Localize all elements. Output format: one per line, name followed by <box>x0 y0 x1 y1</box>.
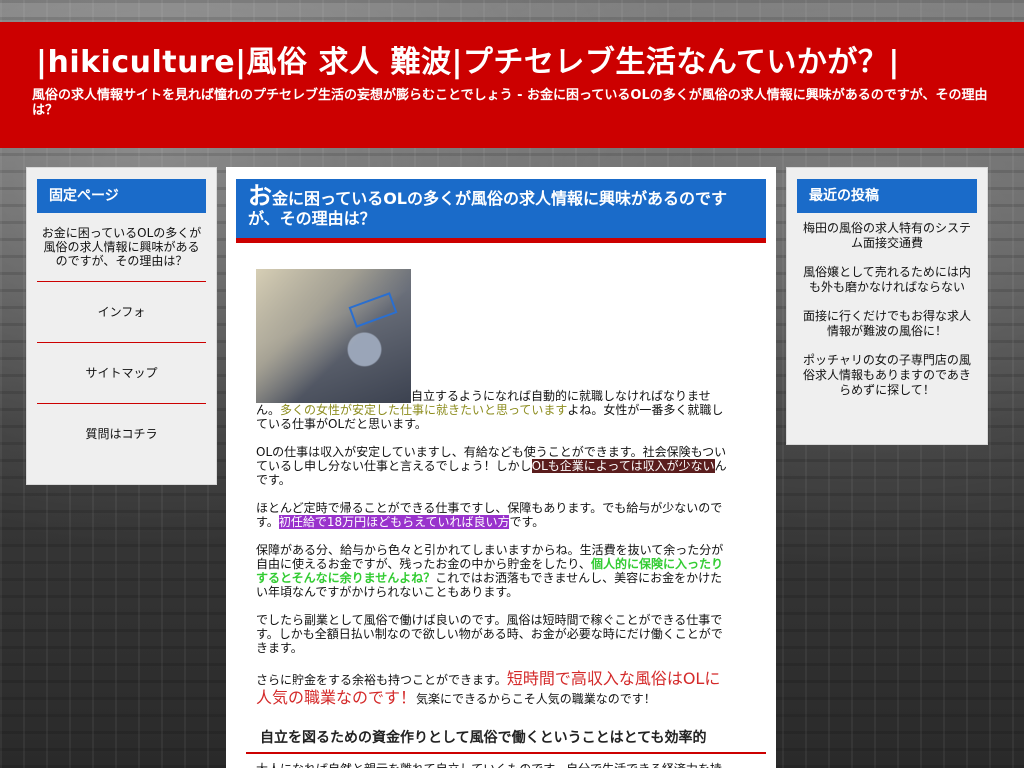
post-title-box: お金に困っているOLの多くが風俗の求人情報に興味があるのですが、その理由は？ <box>236 179 766 243</box>
paragraph-6: さらに貯金をする余裕も持つことができます。短時間で高収入な風俗はOLに人気の職業… <box>256 669 734 707</box>
p3-text-c: です。 <box>509 515 545 529</box>
page-link-info[interactable]: インフォ <box>37 282 206 343</box>
post-title: お金に困っているOLの多くが風俗の求人情報に興味があるのですが、その理由は？ <box>236 179 766 229</box>
paragraph-4: 保障がある分、給与から色々と引かれてしまいますからね。生活費を抜いて余った分が自… <box>256 543 734 599</box>
main-content: お金に困っているOLの多くが風俗の求人情報に興味があるのですが、その理由は？ 自… <box>226 167 776 768</box>
paragraph-3: ほとんど定時で帰ることができる仕事ですし、保障もあります。でも給与が少ないのです… <box>256 501 734 529</box>
paragraph-2: OLの仕事は収入が安定していますし、有給なども使うことができます。社会保険もつい… <box>256 445 734 487</box>
site-description: 風俗の求人情報サイトを見れば憧れのプチセレブ生活の妄想が膨らむことでしょう - … <box>32 88 988 118</box>
recent-post-interview[interactable]: 面接に行くだけでもお得な求人情報が難波の風俗に！ <box>797 309 977 339</box>
fixed-pages-list: お金に困っているOLの多くが風俗の求人情報に興味があるのですが、その理由は？ イ… <box>27 213 216 464</box>
site-title[interactable]: |hikiculture|風俗 求人 難波|プチセレブ生活なんていかが？| <box>36 37 900 81</box>
fixed-pages-widget-title: 固定ページ <box>37 179 206 213</box>
post-title-rest: 金に困っているOLの多くが風俗の求人情報に興味があるのですが、その理由は？ <box>248 189 727 228</box>
post-photo <box>256 269 411 403</box>
recent-post-umeda[interactable]: 梅田の風俗の求人特有のシステム面接交通費 <box>797 221 977 251</box>
recent-post-pocchari[interactable]: ポッチャリの女の子専門店の風俗求人情報もありますのであきらめずに探して！ <box>797 353 977 398</box>
p2-highlight: OLも企業によっては収入が少ない <box>531 459 715 473</box>
p6-text-c: 気楽にできるからこそ人気の職業なのです！ <box>416 692 656 706</box>
paragraph-5: でしたら副業として風俗で働けば良いのです。風俗は短時間で稼ぐことができる仕事です… <box>256 613 723 655</box>
p3-highlight: 初任給で18万円ほどもらえていれば良い方 <box>278 515 510 529</box>
paragraph-1: 自立するようになれば自動的に就職しなければなりません。多くの女性が安定した仕事に… <box>256 269 734 431</box>
page-link-questions[interactable]: 質問はコチラ <box>37 404 206 464</box>
section-heading: 自立を図るための資金作りとして風俗で働くということはとても効率的 <box>260 730 707 746</box>
post-title-initial: お <box>248 182 272 210</box>
post-body: 自立するようになれば自動的に就職しなければなりません。多くの女性が安定した仕事に… <box>256 269 734 721</box>
right-sidebar: 最近の投稿 梅田の風俗の求人特有のシステム面接交通費 風俗嬢として売れるためには… <box>786 167 988 445</box>
site-header: |hikiculture|風俗 求人 難波|プチセレブ生活なんていかが？| 風俗… <box>0 22 1024 148</box>
recent-posts-list: 梅田の風俗の求人特有のシステム面接交通費 風俗嬢として売れるためには内も外も磨か… <box>787 213 987 398</box>
recent-post-inside-outside[interactable]: 風俗嬢として売れるためには内も外も磨かなければならない <box>797 265 977 295</box>
page-link-sitemap[interactable]: サイトマップ <box>37 343 206 404</box>
left-sidebar: 固定ページ お金に困っているOLの多くが風俗の求人情報に興味があるのですが、その… <box>26 167 217 485</box>
recent-posts-widget-title: 最近の投稿 <box>797 179 977 213</box>
p1-highlight: 多くの女性が安定した仕事に就きたいと思っています <box>280 403 568 417</box>
next-paragraph-preview: 大人になれば自然と親元を離れて自立していくものです。自分で生活できる経済力を持 <box>256 760 736 768</box>
page-link-ol-money[interactable]: お金に困っているOLの多くが風俗の求人情報に興味があるのですが、その理由は？ <box>37 213 206 282</box>
p6-text-a: さらに貯金をする余裕も持つことができます。 <box>256 673 507 687</box>
section-heading-box: 自立を図るための資金作りとして風俗で働くということはとても効率的 <box>246 722 766 754</box>
